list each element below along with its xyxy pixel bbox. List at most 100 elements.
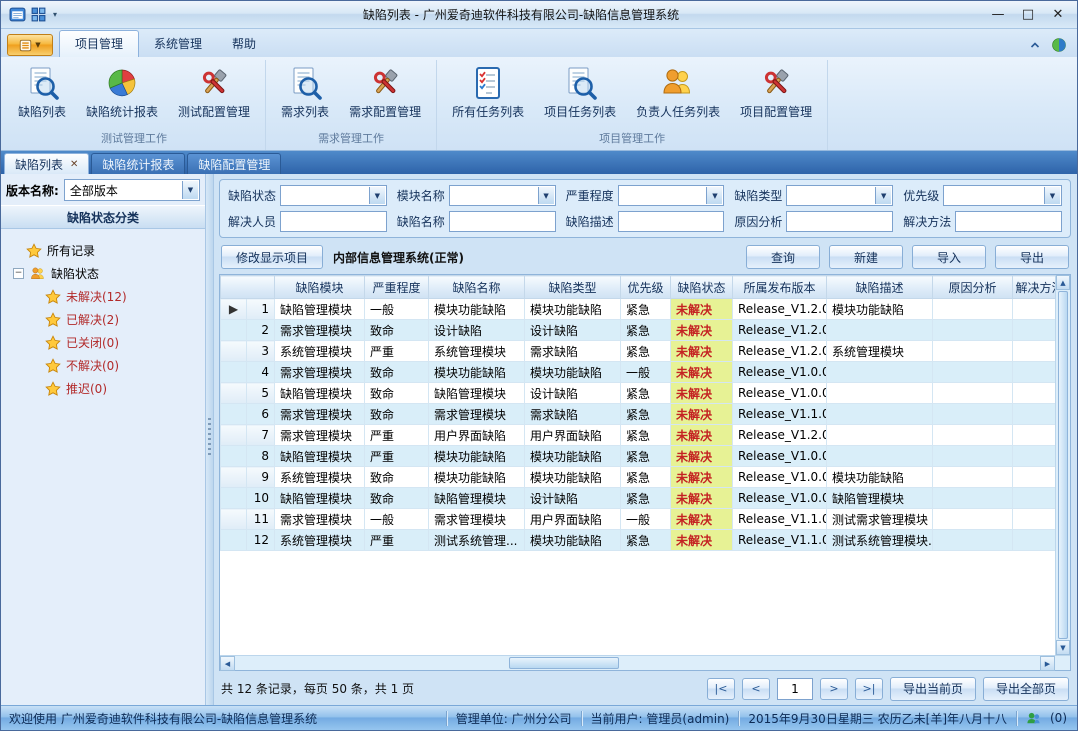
next-page-button[interactable]: > [820,678,848,700]
grid-cell[interactable]: 缺陷管理模块 [275,383,365,404]
filter-select[interactable]: ▼ [280,185,387,206]
grid-cell[interactable]: Release_V1.2.0 [733,425,827,446]
grid-cell[interactable]: 用户界面缺陷 [429,425,525,446]
column-header[interactable]: 缺陷名称 [429,276,525,299]
filter-select[interactable]: ▼ [943,185,1062,206]
row-selector[interactable] [221,362,247,383]
grid-cell[interactable] [933,425,1013,446]
tree-item[interactable]: 已解决(2) [7,308,199,331]
export-button[interactable]: 导出 [995,245,1069,269]
grid-cell[interactable]: 设计缺陷 [429,320,525,341]
row-selector[interactable] [221,530,247,551]
filter-input[interactable] [618,211,725,232]
scroll-down-icon[interactable]: ▼ [1056,640,1070,655]
column-header[interactable]: 优先级 [621,276,671,299]
column-header[interactable]: 原因分析 [933,276,1013,299]
close-button[interactable]: ✕ [1043,4,1073,26]
table-row[interactable]: ▶1缺陷管理模块一般模块功能缺陷模块功能缺陷紧急未解决Release_V1.2.… [221,299,1056,320]
grid-cell[interactable]: 模块功能缺陷 [429,446,525,467]
grid-cell[interactable]: 未解决 [671,383,733,404]
table-row[interactable]: 4需求管理模块致命模块功能缺陷模块功能缺陷一般未解决Release_V1.0.0 [221,362,1056,383]
filter-select[interactable]: ▼ [618,185,725,206]
table-row[interactable]: 10缺陷管理模块致命缺陷管理模块设计缺陷紧急未解决Release_V1.0.0缺… [221,488,1056,509]
grid-cell[interactable]: 模块功能缺陷 [525,299,621,320]
grid-cell[interactable]: 致命 [365,467,429,488]
grid-cell[interactable]: 未解决 [671,488,733,509]
theme-icon[interactable] [1051,37,1067,53]
export-all-pages-button[interactable]: 导出全部页 [983,677,1069,701]
table-row[interactable]: 8缺陷管理模块严重模块功能缺陷模块功能缺陷紧急未解决Release_V1.0.0 [221,446,1056,467]
grid-cell[interactable] [1013,404,1056,425]
grid-cell[interactable] [1013,425,1056,446]
grid-cell[interactable]: 模块功能缺陷 [525,446,621,467]
grid-cell[interactable] [1013,488,1056,509]
first-page-button[interactable]: |< [707,678,735,700]
table-row[interactable]: 3系统管理模块严重系统管理模块需求缺陷紧急未解决Release_V1.2.0系统… [221,341,1056,362]
grid-cell[interactable]: 致命 [365,404,429,425]
version-select[interactable]: 全部版本 ▼ [64,179,200,201]
maximize-button[interactable]: □ [1013,4,1043,26]
table-row[interactable]: 12系统管理模块严重测试系统管理...模块功能缺陷紧急未解决Release_V1… [221,530,1056,551]
filter-select[interactable]: ▼ [449,185,556,206]
grid-cell[interactable] [933,509,1013,530]
grid-cell[interactable]: Release_V1.2.0 [733,320,827,341]
grid-cell[interactable]: 紧急 [621,383,671,404]
ribbon-button[interactable]: 缺陷列表 [11,62,73,123]
page-number-input[interactable] [777,678,813,700]
row-selector[interactable] [221,320,247,341]
grid-cell[interactable]: 紧急 [621,404,671,425]
table-row[interactable]: 9系统管理模块致命模块功能缺陷模块功能缺陷紧急未解决Release_V1.0.0… [221,467,1056,488]
grid-cell[interactable]: Release_V1.0.0 [733,383,827,404]
grid-cell[interactable]: 需求缺陷 [525,404,621,425]
tree-item[interactable]: −缺陷状态 [7,262,199,285]
row-selector[interactable] [221,446,247,467]
column-header[interactable]: 缺陷模块 [275,276,365,299]
chevron-down-icon[interactable]: ▾ [51,10,59,19]
ribbon-button[interactable]: 缺陷统计报表 [79,62,165,123]
import-button[interactable]: 导入 [912,245,986,269]
filter-input[interactable] [955,211,1062,232]
vertical-scroll-thumb[interactable] [1058,291,1068,639]
scroll-left-icon[interactable]: ◀ [220,656,235,671]
ribbon-button[interactable]: 项目配置管理 [733,62,819,123]
grid-cell[interactable]: 需求管理模块 [275,362,365,383]
grid-cell[interactable]: 模块功能缺陷 [429,299,525,320]
close-tab-icon[interactable]: ✕ [70,159,78,170]
grid-cell[interactable]: 紧急 [621,341,671,362]
grid-cell[interactable]: 系统管理模块 [827,341,933,362]
grid-cell[interactable]: 未解决 [671,404,733,425]
ribbon-button[interactable]: 项目任务列表 [537,62,623,123]
grid-cell[interactable]: 紧急 [621,320,671,341]
table-row[interactable]: 5缺陷管理模块致命缺陷管理模块设计缺陷紧急未解决Release_V1.0.0 [221,383,1056,404]
grid-cell[interactable]: 严重 [365,425,429,446]
grid-cell[interactable]: 未解决 [671,299,733,320]
grid-cell[interactable] [827,425,933,446]
grid-cell[interactable] [933,320,1013,341]
grid-cell[interactable]: 测试需求管理模块 [827,509,933,530]
ribbon-button[interactable]: 负责人任务列表 [629,62,727,123]
grid-cell[interactable]: 需求管理模块 [275,425,365,446]
grid-cell[interactable]: 未解决 [671,509,733,530]
horizontal-scroll-track[interactable] [235,656,1040,670]
grid-cell[interactable]: 模块功能缺陷 [827,467,933,488]
collapse-ribbon-icon[interactable] [1027,37,1043,53]
table-row[interactable]: 7需求管理模块严重用户界面缺陷用户界面缺陷紧急未解决Release_V1.2.0 [221,425,1056,446]
grid-cell[interactable]: 致命 [365,320,429,341]
grid-cell[interactable] [933,488,1013,509]
grid-cell[interactable] [1013,383,1056,404]
app-menu-button[interactable]: ▼ [7,34,53,56]
export-current-page-button[interactable]: 导出当前页 [890,677,976,701]
grid-cell[interactable]: 系统管理模块 [275,530,365,551]
grid-cell[interactable]: 未解决 [671,341,733,362]
grid-cell[interactable]: 需求管理模块 [275,320,365,341]
grid-cell[interactable]: 一般 [365,299,429,320]
document-tab[interactable]: 缺陷统计报表 [91,153,185,174]
row-selector[interactable] [221,404,247,425]
grid-cell[interactable]: Release_V1.1.0 [733,404,827,425]
grid-cell[interactable]: 缺陷管理模块 [275,299,365,320]
grid-cell[interactable]: 需求管理模块 [429,404,525,425]
grid-cell[interactable]: 严重 [365,530,429,551]
grid-cell[interactable]: 一般 [365,509,429,530]
filter-input[interactable] [449,211,556,232]
tree-item[interactable]: 未解决(12) [7,285,199,308]
